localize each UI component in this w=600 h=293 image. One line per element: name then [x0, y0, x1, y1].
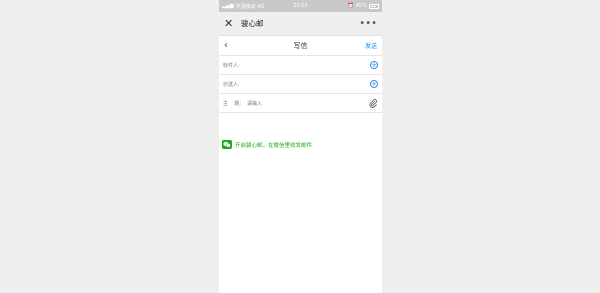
subject-label: 主 题:: [223, 100, 242, 107]
status-left: ▂▄▆ 中国移动 4G: [222, 3, 264, 10]
add-recipient-icon[interactable]: +: [370, 61, 378, 69]
battery-icon: [369, 3, 379, 9]
add-cc-icon[interactable]: +: [370, 80, 378, 88]
send-button[interactable]: 发送: [365, 41, 377, 50]
status-bar: ▂▄▆ 中国移动 4G 20:03 ⏰ 45%: [219, 0, 382, 12]
to-label: 收件人:: [223, 62, 240, 69]
app-bar: ✕ 骏心邮 •••: [219, 12, 382, 36]
wechat-icon: [222, 140, 232, 149]
alarm-icon: ⏰: [347, 3, 354, 9]
signal-icon: ▂▄▆: [222, 3, 234, 9]
cc-label: 抄送人:: [223, 81, 240, 88]
compose-header: ‹ 写信 发送: [219, 36, 382, 56]
app-title: 骏心邮: [241, 19, 264, 28]
promo-text[interactable]: 开启骏心邮，在微信里收发邮件: [235, 141, 312, 149]
compose-title: 写信: [293, 41, 308, 50]
back-icon[interactable]: ‹: [224, 40, 234, 51]
promo-banner[interactable]: 开启骏心邮，在微信里收发邮件: [222, 140, 312, 149]
to-field[interactable]: 收件人: +: [219, 56, 382, 75]
battery-percent: 45%: [355, 3, 367, 9]
status-right: ⏰ 45%: [348, 3, 379, 9]
attachment-icon[interactable]: [369, 98, 378, 108]
close-icon[interactable]: ✕: [224, 18, 236, 29]
subject-input[interactable]: 请输入: [247, 100, 262, 107]
subject-field[interactable]: 主 题: 请输入: [219, 94, 382, 113]
phone-screen: ▂▄▆ 中国移动 4G 20:03 ⏰ 45% ✕ 骏心邮 ••• ‹ 写信 发…: [219, 0, 382, 293]
carrier-label: 中国移动 4G: [235, 3, 265, 10]
cc-field[interactable]: 抄送人: +: [219, 75, 382, 94]
more-options-button[interactable]: •••: [359, 18, 377, 29]
